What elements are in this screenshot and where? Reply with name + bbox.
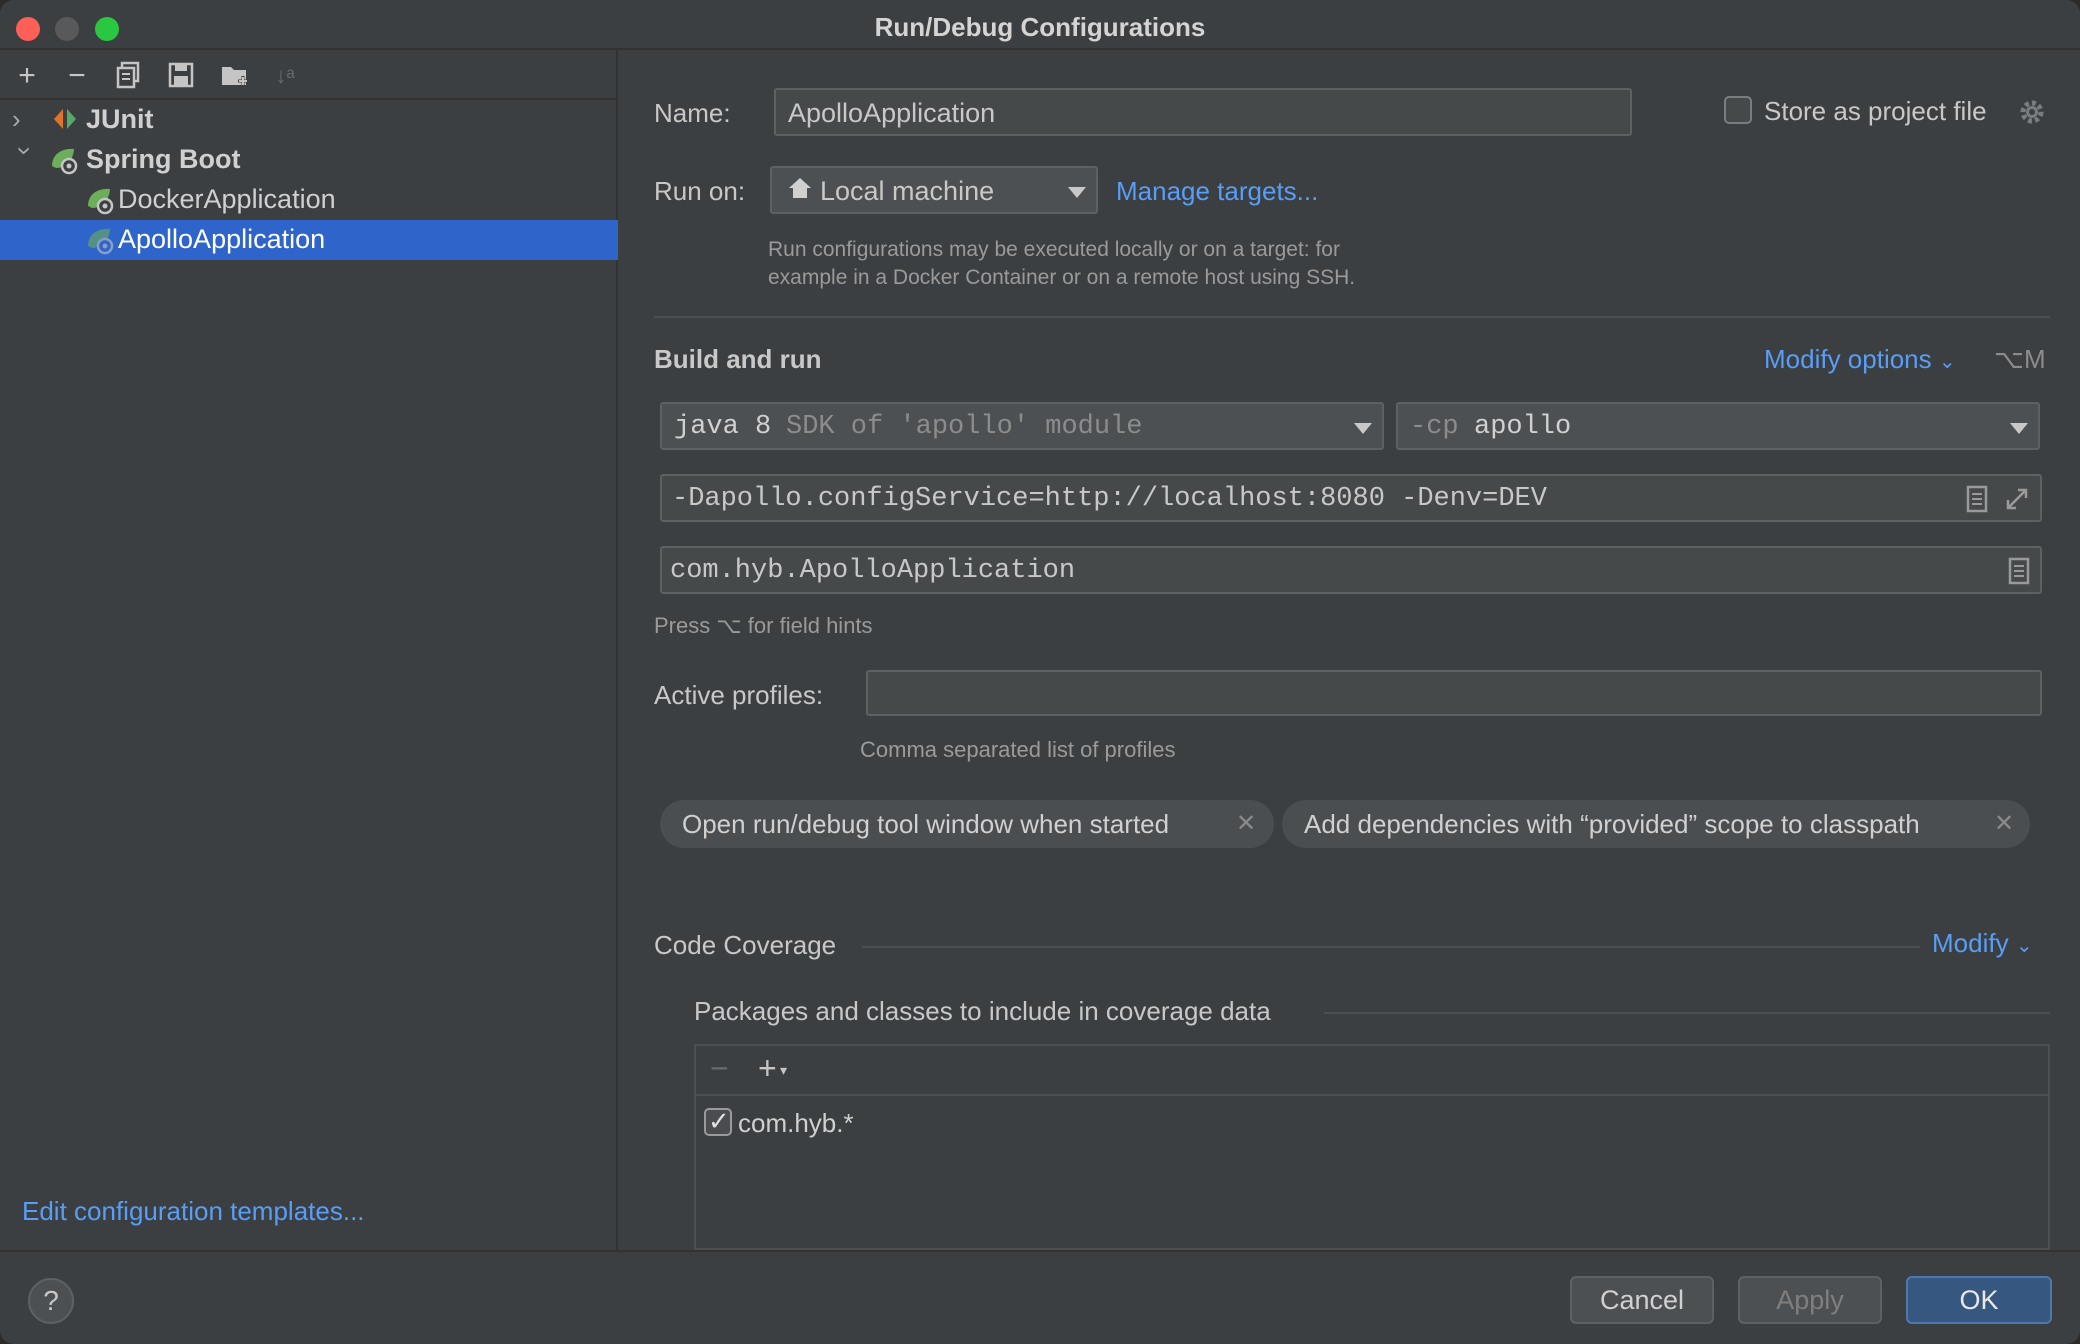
spring-boot-icon (48, 144, 78, 175)
store-as-project-file-checkbox[interactable] (1724, 96, 1752, 124)
close-icon[interactable]: ✕ (1236, 809, 1256, 838)
separator (862, 946, 1920, 948)
name-value: ApolloApplication (788, 98, 996, 128)
apply-button[interactable]: Apply (1738, 1276, 1882, 1324)
main-class-value: com.hyb.ApolloApplication (670, 556, 1076, 586)
tree-item-label: Spring Boot (86, 144, 241, 174)
coverage-toolbar: − + ▾ (696, 1046, 2048, 1096)
chevron-down-icon: ⌄ (2015, 935, 2033, 957)
expand-icon[interactable] (2002, 484, 2032, 514)
run-on-value: Local machine (820, 176, 995, 206)
active-profiles-label: Active profiles: (654, 680, 824, 710)
gear-icon[interactable] (2016, 96, 2048, 128)
sort-icon[interactable]: ↓ᵃ (268, 60, 302, 92)
jre-main: java 8 (674, 412, 772, 442)
cp-flag: -cp (1410, 412, 1459, 442)
name-label: Name: (654, 98, 731, 128)
copy-icon[interactable] (112, 60, 146, 92)
chevron-down-icon (2010, 423, 2028, 434)
chip-label: Add dependencies with “provided” scope t… (1304, 809, 1920, 839)
coverage-pattern-checkbox[interactable] (704, 1106, 732, 1137)
tree-item-label: DockerApplication (118, 184, 336, 214)
main-class-field[interactable]: com.hyb.ApolloApplication (660, 546, 2042, 594)
configurations-sidebar: + − ↓ᵃ › JUnit › Spring Boot DockerAppli… (0, 50, 618, 1250)
chevron-down-icon: ⌄ (1938, 351, 1956, 373)
chevron-right-icon: › (12, 104, 21, 134)
name-field[interactable]: ApolloApplication (774, 88, 1632, 136)
spring-boot-config-icon (84, 224, 114, 255)
coverage-pattern-label: com.hyb.* (738, 1108, 854, 1138)
document-icon[interactable] (1964, 484, 1990, 514)
separator (654, 316, 2050, 318)
run-on-dropdown[interactable]: Local machine (770, 166, 1098, 214)
remove-icon[interactable]: − (60, 60, 94, 92)
edit-configuration-templates-link[interactable]: Edit configuration templates... (22, 1196, 365, 1227)
ok-button[interactable]: OK (1906, 1276, 2052, 1324)
packages-heading: Packages and classes to include in cover… (694, 996, 1271, 1026)
coverage-patterns-table: − + ▾ com.hyb.* (694, 1044, 2050, 1250)
configuration-form: Name: ApolloApplication Store as project… (620, 50, 2080, 1250)
tree-item-label: JUnit (86, 104, 154, 134)
jre-detail: SDK of 'apollo' module (786, 412, 1143, 442)
title-bar: Run/Debug Configurations (0, 0, 2080, 50)
cp-value: apollo (1474, 412, 1572, 442)
run-on-hint-line-2: example in a Docker Container or on a re… (768, 266, 1356, 289)
new-folder-icon[interactable] (218, 60, 252, 92)
run-on-label: Run on: (654, 176, 746, 206)
coverage-pattern-row[interactable]: com.hyb.* (700, 1102, 2040, 1142)
modify-coverage-link[interactable]: Modify ⌄ (1932, 928, 2033, 959)
build-and-run-heading: Build and run (654, 344, 822, 374)
vm-options-value: -Dapollo.configService=http://localhost:… (672, 484, 1547, 514)
tree-item-label: ApolloApplication (118, 224, 326, 254)
classpath-module-dropdown[interactable]: -cp apollo (1396, 402, 2040, 450)
help-button[interactable]: ? (28, 1278, 74, 1324)
spring-boot-config-icon (84, 184, 114, 215)
junit-icon (50, 104, 80, 134)
sidebar-toolbar: + − ↓ᵃ (0, 50, 618, 100)
active-profiles-hint: Comma separated list of profiles (860, 737, 1176, 762)
modify-options-link[interactable]: Modify options ⌄ (1764, 344, 1956, 375)
home-icon (786, 174, 814, 202)
chevron-down-icon: ▾ (780, 1062, 788, 1078)
run-on-hint-line-1: Run configurations may be executed local… (768, 238, 1340, 261)
code-coverage-heading: Code Coverage (654, 930, 837, 960)
save-icon[interactable] (164, 60, 198, 92)
add-icon[interactable]: + (758, 1050, 777, 1087)
tree-item-apollo-application[interactable]: ApolloApplication (0, 220, 618, 260)
separator (1324, 1012, 2050, 1014)
chevron-down-icon: › (10, 146, 41, 156)
field-hints-text: Press ⌥ for field hints (654, 613, 873, 638)
chevron-down-icon (1354, 423, 1372, 434)
store-as-project-file-label: Store as project file (1764, 96, 1987, 126)
option-chip-open-tool-window: Open run/debug tool window when started … (660, 800, 1274, 848)
run-debug-configurations-dialog: Run/Debug Configurations + − ↓ᵃ › JUnit (0, 0, 2080, 1344)
tree-item-spring-boot[interactable]: › Spring Boot (0, 140, 618, 180)
document-icon[interactable] (2006, 556, 2032, 586)
window-title: Run/Debug Configurations (874, 12, 1206, 42)
chevron-down-icon (1068, 187, 1086, 198)
cancel-button[interactable]: Cancel (1570, 1276, 1714, 1324)
modify-options-label: Modify options (1764, 344, 1932, 374)
manage-targets-link[interactable]: Manage targets... (1116, 176, 1318, 207)
remove-icon[interactable]: − (710, 1050, 729, 1087)
active-profiles-field[interactable] (866, 670, 2042, 716)
jre-dropdown[interactable]: java 8 SDK of 'apollo' module (660, 402, 1384, 450)
close-icon[interactable]: ✕ (1994, 809, 2014, 838)
dialog-footer: ? Cancel Apply OK (0, 1250, 2080, 1344)
tree-item-docker-application[interactable]: DockerApplication (0, 180, 618, 220)
option-chip-provided-scope: Add dependencies with “provided” scope t… (1282, 800, 2030, 848)
chip-label: Open run/debug tool window when started (682, 809, 1170, 839)
tree-item-junit[interactable]: › JUnit (0, 100, 618, 140)
modify-label: Modify (1932, 928, 2009, 958)
vm-options-field[interactable]: -Dapollo.configService=http://localhost:… (660, 474, 2042, 522)
add-icon[interactable]: + (10, 60, 44, 92)
modify-options-shortcut: ⌥M (1994, 344, 2046, 374)
